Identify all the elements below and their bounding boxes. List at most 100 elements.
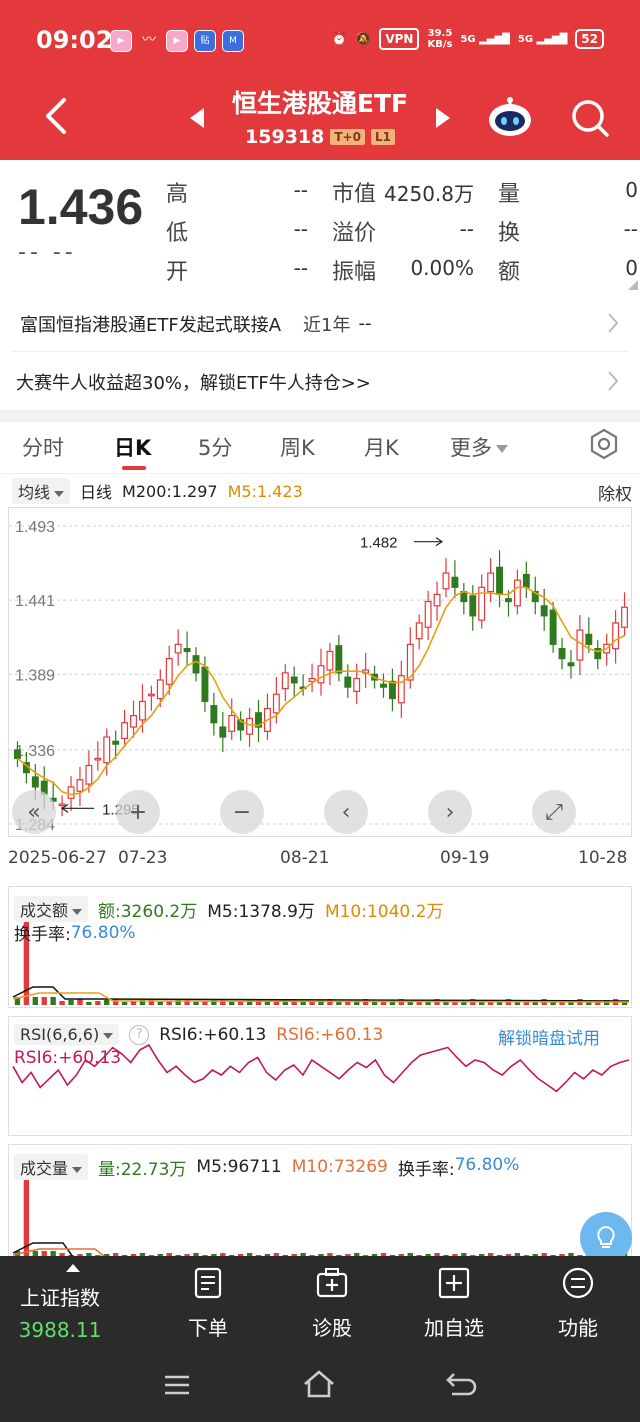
amount-bar — [50, 997, 56, 1005]
linked-fund-period: 近1年 — [303, 314, 351, 336]
adjust-toggle[interactable]: 除权 — [598, 480, 632, 505]
status-bar: 09:02 ▶ 〰 ▶ 贴 M ⏰ 🔕 VPN 39.5 KB/s 5G ▂▄▆█… — [0, 0, 640, 80]
caret-down-icon — [72, 908, 83, 915]
candle-body — [469, 595, 477, 617]
candle-body — [183, 648, 191, 653]
linked-fund-row[interactable]: 富国恒指港股通ETF发起式联接A 近1年 -- — [12, 296, 628, 352]
back-arrow-icon[interactable] — [40, 96, 74, 136]
amount-bar — [68, 1000, 74, 1005]
vpn-badge: VPN — [379, 28, 420, 50]
order-doc-icon — [194, 1267, 222, 1299]
candle-body — [219, 726, 227, 738]
home-icon[interactable] — [302, 1368, 336, 1402]
tab-5min[interactable]: 5分 — [198, 432, 232, 462]
candle-body — [487, 572, 495, 593]
amount-bar — [104, 1000, 110, 1005]
amount-bar — [121, 1002, 128, 1005]
amount-turnover: 换手率: 76.80% — [14, 920, 136, 946]
tab-more[interactable]: 更多 — [450, 432, 508, 462]
amount-bar — [300, 1002, 306, 1005]
promo-row[interactable]: 大赛牛人收益超30%，解锁ETF牛人持仓>> — [12, 354, 628, 410]
settings-icon[interactable] — [588, 428, 620, 460]
speed-unit: KB/s — [427, 39, 453, 50]
amount-select[interactable]: 成交额 — [14, 896, 89, 922]
chevron-right-icon — [608, 313, 619, 333]
stock-code-row: 159318 T+0 L1 — [210, 126, 430, 148]
help-icon[interactable]: ? — [129, 1024, 150, 1045]
signal-1: 5G ▂▄▆█ — [460, 33, 510, 45]
candle-body — [14, 749, 21, 760]
candle-body — [121, 722, 129, 740]
candle-body — [165, 658, 173, 685]
quote-label-low: 低 — [166, 221, 189, 246]
amount-m5: M5:1378.9万 — [207, 901, 315, 922]
menu-icon[interactable] — [160, 1368, 194, 1402]
scroll-left-button[interactable]: ‹ — [324, 790, 368, 834]
candle-body — [281, 672, 289, 690]
tag-t0: T+0 — [330, 129, 365, 145]
tab-daily-k[interactable]: 日K — [114, 432, 151, 462]
tag-l1: L1 — [370, 129, 395, 145]
candle-body — [156, 679, 164, 700]
ma-select-label: 均线 — [18, 483, 51, 502]
system-nav-bar — [0, 1352, 640, 1422]
candle-body — [192, 655, 200, 674]
candle-body — [513, 579, 521, 607]
tab-weekly-k[interactable]: 周K — [280, 432, 315, 462]
prev-stock-icon[interactable] — [190, 108, 204, 128]
candle-body — [228, 715, 236, 732]
zoom-in-button[interactable]: + — [116, 790, 160, 834]
volume-turnover: 换手率: 76.80% — [398, 1155, 520, 1180]
tieba-icon: 贴 — [194, 30, 216, 52]
search-icon[interactable] — [570, 98, 610, 138]
x-axis-dates: 2025-06-27 07-23 08-21 09-19 10-28 — [8, 848, 632, 876]
candle-body — [31, 776, 39, 788]
bottom-action-bar: 上证指数 3988.11 下单 诊股 加自选 功能 — [0, 1256, 640, 1352]
amount-bar — [86, 1002, 92, 1005]
order-button[interactable]: 下单 — [160, 1266, 256, 1341]
amount-bar — [264, 1002, 271, 1005]
ma-select[interactable]: 均线 — [12, 478, 71, 504]
candle-body — [138, 700, 146, 721]
fullscreen-button[interactable]: ⤢ — [532, 790, 576, 834]
robot-assistant-icon[interactable] — [486, 96, 534, 138]
candle-body — [112, 740, 120, 745]
functions-button[interactable]: 功能 — [530, 1266, 626, 1341]
quote-value-open: -- — [293, 256, 308, 280]
rsi-select[interactable]: RSI(6,6,6) — [14, 1024, 120, 1045]
candle-body — [353, 677, 361, 692]
index-ticker[interactable]: 上证指数 3988.11 — [0, 1256, 120, 1352]
expand-corner-icon[interactable] — [628, 280, 638, 290]
candle-body — [585, 633, 593, 645]
next-stock-icon[interactable] — [436, 108, 450, 128]
amount-select-label: 成交额 — [20, 901, 69, 920]
battery-icon: 52 — [575, 29, 604, 49]
rsi-line-label: RSI6:+60.13 — [14, 1048, 122, 1068]
scroll-left-fast-button[interactable]: « — [12, 790, 56, 834]
linked-fund-return: -- — [358, 313, 372, 334]
quote-value-premium: -- — [459, 217, 474, 241]
candle-body — [505, 598, 512, 603]
volume-select[interactable]: 成交量 — [14, 1154, 89, 1180]
volume-select-label: 成交量 — [20, 1159, 69, 1178]
candle-body — [540, 605, 548, 617]
caret-down-icon — [72, 1166, 83, 1173]
index-value: 3988.11 — [18, 1318, 102, 1342]
candle-body — [67, 786, 75, 799]
current-price: 1.436 — [18, 179, 144, 235]
scroll-right-button[interactable]: › — [428, 790, 472, 834]
add-watchlist-button[interactable]: 加自选 — [406, 1266, 502, 1341]
tab-monthly-k[interactable]: 月K — [364, 432, 399, 462]
back-icon[interactable] — [444, 1368, 478, 1402]
chart-tabs: 分时 日K 5分 周K 月K 更多 — [0, 424, 640, 474]
tab-intraday[interactable]: 分时 — [22, 432, 64, 462]
candle-body — [201, 666, 209, 702]
add-watchlist-label: 加自选 — [424, 1316, 484, 1340]
kline-chart[interactable]: 1.4931.4411.3891.3361.284 1.4821.295 — [8, 507, 632, 837]
zoom-out-button[interactable]: − — [220, 790, 264, 834]
diagnose-button[interactable]: 诊股 — [284, 1266, 380, 1341]
amount-bar — [112, 999, 119, 1005]
quote-label-turnover: 换 — [498, 221, 521, 246]
unlock-dark-pool-link[interactable]: 解锁暗盘试用 — [498, 1024, 600, 1049]
quote-label-volume: 量 — [498, 182, 521, 207]
